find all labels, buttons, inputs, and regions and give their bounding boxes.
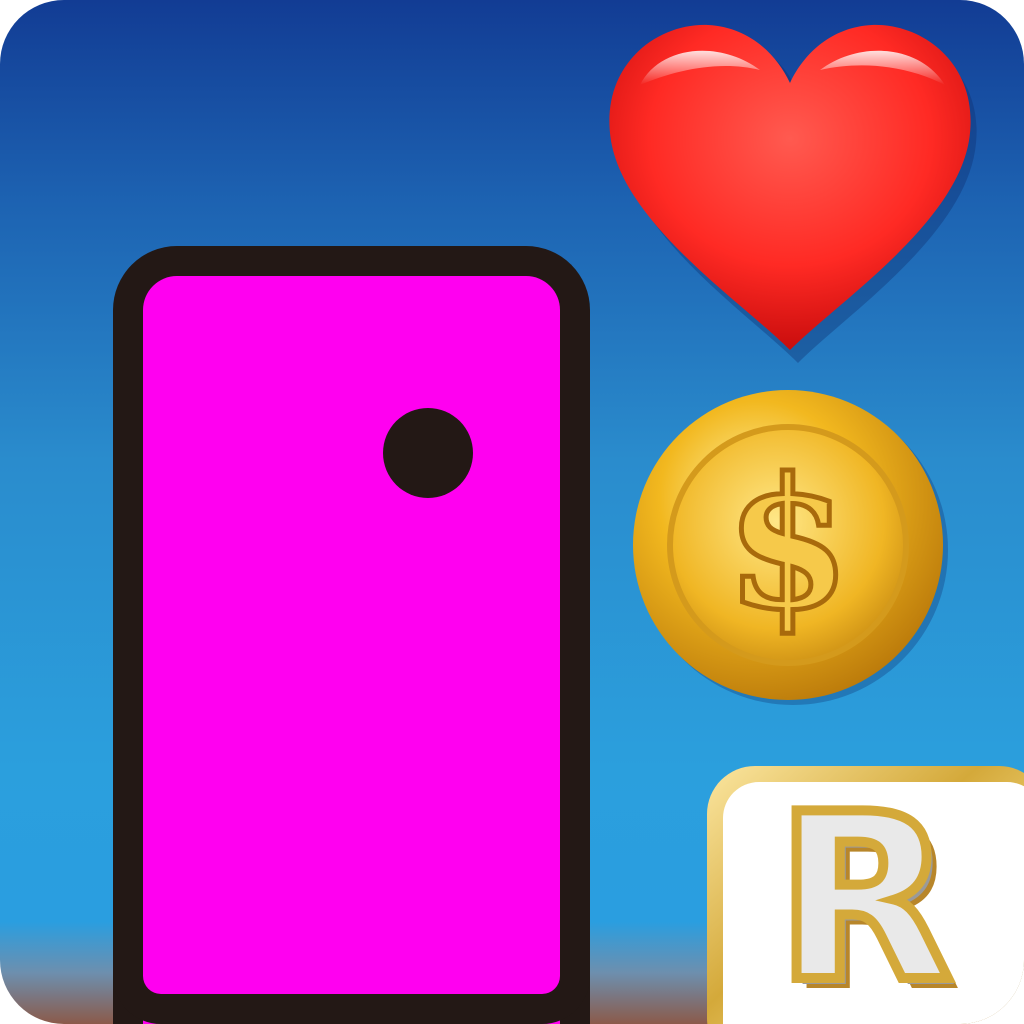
phone-card-bottom [113,960,590,1024]
badge-letter: R [770,766,957,1024]
heart-icon [609,24,977,363]
dollar-coin-icon: $ [633,390,948,705]
phone-card-icon [113,246,590,1024]
card-dot [383,408,473,498]
app-icon: $ R [0,0,1024,1024]
coin-dollar-symbol: $ [725,439,850,650]
